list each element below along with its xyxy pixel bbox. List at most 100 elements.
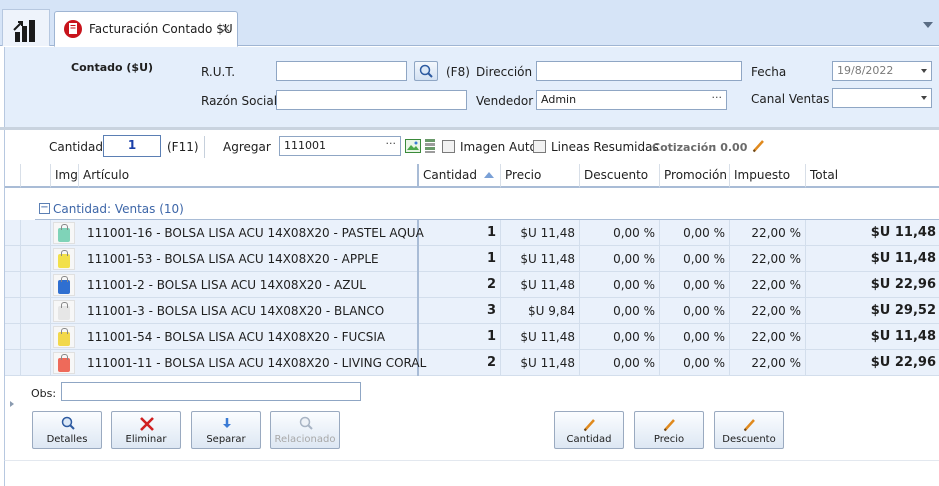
close-icon[interactable]: × xyxy=(221,21,231,35)
cell-descuento: 0,00 % xyxy=(580,298,660,324)
chevron-down-icon[interactable] xyxy=(923,22,933,28)
group-row[interactable]: − Cantidad: Ventas (10) xyxy=(19,200,939,220)
column-header-total[interactable]: Total xyxy=(806,164,939,188)
cell-promocion: 0,00 % xyxy=(660,220,730,246)
row-indent xyxy=(21,220,51,246)
table-row[interactable]: 111001-3 - BOLSA LISA ACU 14X08X20 - BLA… xyxy=(5,298,939,324)
collapse-icon[interactable]: − xyxy=(39,203,50,214)
cell-descuento: 0,00 % xyxy=(580,350,660,376)
agregar-input[interactable]: 111001 ··· xyxy=(279,136,401,156)
bag-icon xyxy=(58,250,70,268)
product-thumbnail xyxy=(53,326,75,348)
direccion-field[interactable] xyxy=(536,61,742,81)
table-row[interactable]: 111001-54 - BOLSA LISA ACU 14X08X20 - FU… xyxy=(5,324,939,350)
tab-facturacion[interactable]: Facturación Contado $U × xyxy=(54,11,238,47)
razon-social-label: Razón Social xyxy=(201,94,278,108)
agregar-label: Agregar xyxy=(223,140,271,154)
app-chart-icon[interactable] xyxy=(2,9,50,46)
lineas-resumidas-checkbox[interactable] xyxy=(533,140,546,153)
row-indent xyxy=(21,246,51,272)
f8-label: (F8) xyxy=(446,65,470,79)
cotizacion-value: : 0.00 xyxy=(712,141,748,154)
fecha-value: 19/8/2022 xyxy=(837,64,894,77)
canal-ventas-select[interactable] xyxy=(832,88,932,108)
obs-field[interactable] xyxy=(61,382,361,401)
bag-icon xyxy=(58,302,70,320)
group-header-spacer xyxy=(21,164,51,188)
cell-articulo: 111001-54 - BOLSA LISA ACU 14X08X20 - FU… xyxy=(79,324,419,350)
cell-precio: $U 11,48 xyxy=(501,350,580,376)
cell-precio: $U 11,48 xyxy=(501,324,580,350)
cell-impuesto: 22,00 % xyxy=(730,246,806,272)
invoice-header: Contado ($U) R.U.T. (F8) Dirección Fecha… xyxy=(4,47,939,127)
column-header-precio[interactable]: Precio xyxy=(501,164,580,188)
edit-descuento-label: Descuento xyxy=(722,434,776,445)
row-indicator[interactable] xyxy=(5,324,21,350)
row-indicator[interactable] xyxy=(5,298,21,324)
cell-promocion: 0,00 % xyxy=(660,324,730,350)
cantidad-label: Cantidad xyxy=(49,140,103,154)
lineas-resumidas-label: Lineas Resumidas xyxy=(551,140,659,154)
cell-total: $U 22,96 xyxy=(870,277,936,292)
separar-button[interactable]: Separar xyxy=(191,411,261,449)
fecha-field[interactable]: 19/8/2022 xyxy=(832,61,932,81)
column-header-img[interactable]: Img xyxy=(51,164,79,188)
razon-social-field[interactable] xyxy=(276,90,467,110)
f11-label: (F11) xyxy=(167,140,199,154)
table-row[interactable]: 111001-11 - BOLSA LISA ACU 14X08X20 - LI… xyxy=(5,350,939,376)
row-indent xyxy=(21,298,51,324)
expand-arrow-icon[interactable] xyxy=(10,401,14,407)
picture-icon[interactable] xyxy=(405,139,421,153)
column-header-promocion[interactable]: Promoción xyxy=(660,164,730,188)
ellipsis-icon[interactable]: ··· xyxy=(386,137,397,150)
row-indicator[interactable] xyxy=(5,350,21,376)
table-row[interactable]: 111001-2 - BOLSA LISA ACU 14X08X20 - AZU… xyxy=(5,272,939,298)
edit-precio-button[interactable]: Precio xyxy=(634,411,704,449)
cell-cantidad: 2 xyxy=(419,272,501,298)
bag-icon xyxy=(58,276,70,294)
rut-field[interactable] xyxy=(276,61,407,81)
magnifier-icon xyxy=(60,416,76,432)
cell-articulo: 111001-3 - BOLSA LISA ACU 14X08X20 - BLA… xyxy=(79,298,419,324)
eliminar-button[interactable]: Eliminar xyxy=(111,411,181,449)
edit-cantidad-button[interactable]: Cantidad xyxy=(554,411,624,449)
eliminar-label: Eliminar xyxy=(125,434,167,445)
chevron-down-icon[interactable] xyxy=(921,69,927,73)
chevron-down-icon[interactable] xyxy=(921,96,927,100)
row-indicator[interactable] xyxy=(5,246,21,272)
product-thumbnail xyxy=(53,222,75,244)
bag-icon xyxy=(58,328,70,346)
column-header-cantidad-label: Cantidad xyxy=(423,168,477,182)
pencil-icon[interactable] xyxy=(751,138,767,154)
group-label: Cantidad: Ventas (10) xyxy=(53,202,184,216)
article-entry-bar: Cantidad 1 (F11) Agregar 111001 ··· Imag… xyxy=(4,130,939,164)
column-header-cantidad[interactable]: Cantidad xyxy=(419,164,501,188)
product-thumbnail xyxy=(53,274,75,296)
edit-descuento-button[interactable]: Descuento xyxy=(714,411,784,449)
table-row[interactable]: 111001-53 - BOLSA LISA ACU 14X08X20 - AP… xyxy=(5,246,939,272)
row-indicator[interactable] xyxy=(5,272,21,298)
cantidad-input[interactable]: 1 xyxy=(103,135,161,157)
cell-precio: $U 11,48 xyxy=(501,272,580,298)
cell-descuento: 0,00 % xyxy=(580,246,660,272)
obs-label: Obs: xyxy=(31,387,57,400)
detalles-button[interactable]: Detalles xyxy=(32,411,102,449)
ellipsis-icon[interactable]: ··· xyxy=(712,91,723,104)
cell-total: $U 11,48 xyxy=(870,251,936,266)
imagen-auto-checkbox[interactable] xyxy=(442,140,455,153)
vendedor-field[interactable]: Admin ··· xyxy=(536,90,727,110)
vendedor-label: Vendedor xyxy=(476,94,534,108)
relacionado-button[interactable]: Relacionado xyxy=(270,411,340,449)
row-indicator[interactable] xyxy=(5,220,21,246)
cell-total: $U 29,52 xyxy=(870,303,936,318)
canal-ventas-label: Canal Ventas xyxy=(751,92,830,106)
cell-precio: $U 9,84 xyxy=(501,298,580,324)
cell-total: $U 11,48 xyxy=(870,329,936,344)
column-header-descuento[interactable]: Descuento xyxy=(580,164,660,188)
column-header-articulo[interactable]: Artículo xyxy=(79,164,419,188)
pencil-icon xyxy=(742,416,758,432)
table-row[interactable]: 111001-16 - BOLSA LISA ACU 14X08X20 - PA… xyxy=(5,220,939,246)
column-header-impuesto[interactable]: Impuesto xyxy=(730,164,806,188)
stack-icon[interactable] xyxy=(424,138,436,154)
search-icon[interactable] xyxy=(414,61,438,81)
